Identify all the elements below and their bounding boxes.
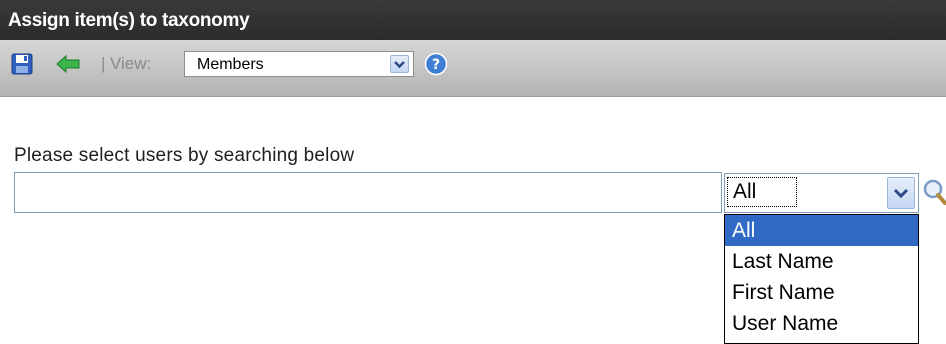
search-filter-select[interactable]: All — [724, 173, 919, 213]
dropdown-option-user-name[interactable]: User Name — [725, 308, 918, 339]
instructions-text: Please select users by searching below — [14, 145, 355, 166]
toolbar: | View: Members ? — [0, 40, 946, 97]
back-arrow-icon[interactable] — [55, 53, 81, 75]
title-bar: Assign item(s) to taxonomy — [0, 0, 946, 40]
chevron-down-icon[interactable] — [887, 177, 915, 209]
view-select[interactable]: Members — [184, 51, 414, 77]
dropdown-option-all[interactable]: All — [725, 215, 918, 246]
page-title: Assign item(s) to taxonomy — [8, 10, 250, 31]
svg-text:?: ? — [432, 57, 440, 73]
help-question-icon[interactable]: ? — [424, 52, 448, 76]
filter-dropdown-list: All Last Name First Name User Name — [724, 214, 919, 344]
search-input[interactable] — [14, 172, 722, 213]
dropdown-option-first-name[interactable]: First Name — [725, 277, 918, 308]
view-label: View: — [110, 54, 152, 73]
chevron-down-icon[interactable] — [390, 55, 409, 73]
toolbar-separator: | — [101, 54, 106, 73]
magnifier-icon[interactable] — [921, 176, 946, 208]
dropdown-option-last-name[interactable]: Last Name — [725, 246, 918, 277]
view-select-value: Members — [197, 56, 264, 73]
filter-select-value: All — [727, 177, 798, 207]
save-disk-icon[interactable] — [11, 53, 33, 75]
